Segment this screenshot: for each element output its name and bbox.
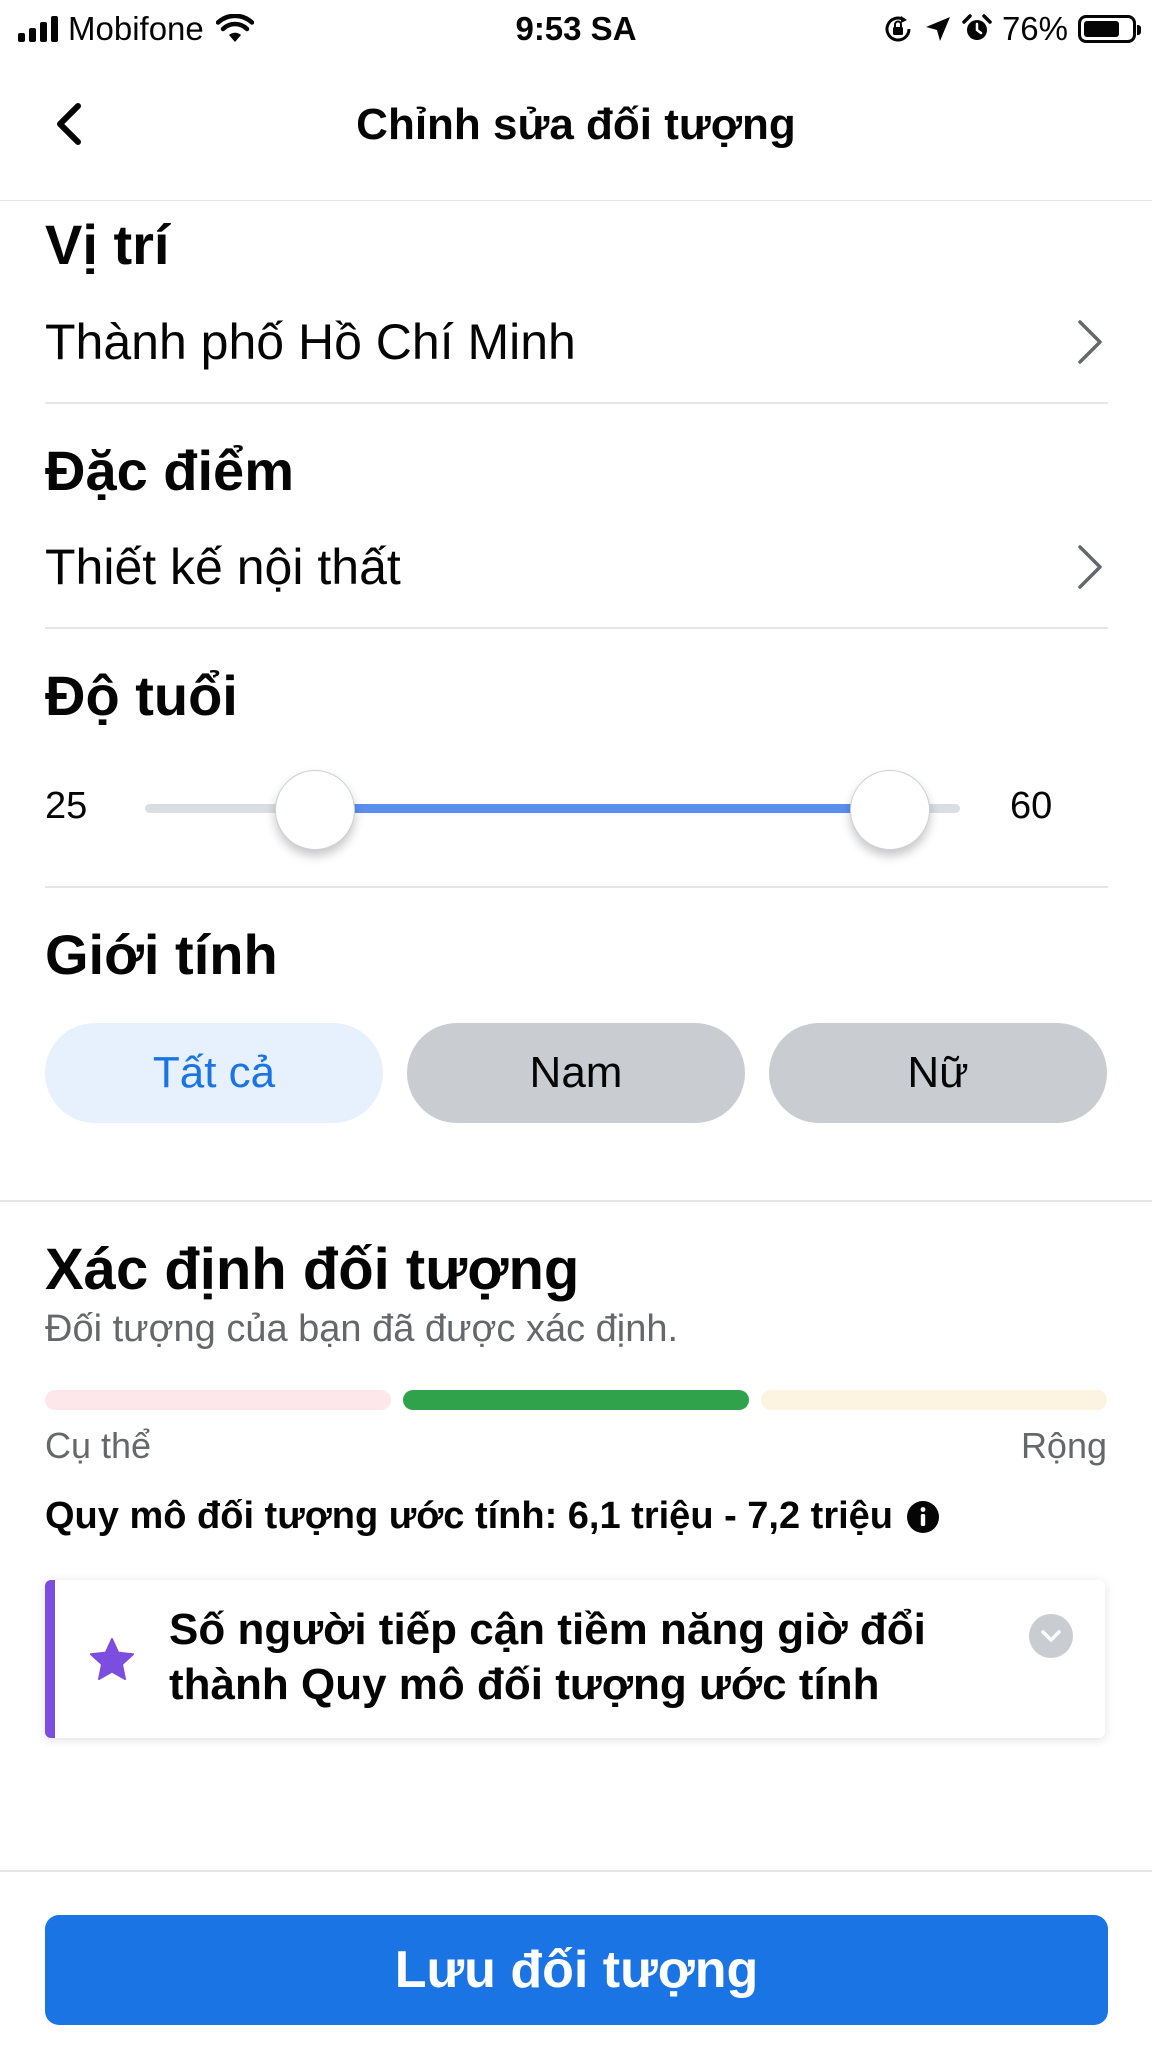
- definition-title: Xác định đối tượng: [45, 1237, 580, 1302]
- notice-text: Số người tiếp cận tiềm năng giờ đổi thàn…: [169, 1605, 926, 1709]
- divider: [45, 627, 1108, 629]
- notice-accent-bar: [45, 1580, 55, 1738]
- save-audience-button[interactable]: Lưu đối tượng: [45, 1915, 1108, 2025]
- nav-header: Chỉnh sửa đối tượng: [0, 58, 1152, 201]
- scale-specific-label: Cụ thể: [45, 1425, 152, 1466]
- gender-title: Giới tính: [45, 923, 278, 986]
- alarm-icon: [962, 14, 992, 40]
- orientation-lock-icon: [885, 16, 911, 42]
- gender-female-button[interactable]: Nữ: [769, 1023, 1107, 1123]
- chevron-down-icon[interactable]: [1029, 1614, 1073, 1658]
- footer-divider: [0, 1870, 1152, 1872]
- status-right: 76%: [882, 10, 1141, 48]
- location-arrow-icon: [925, 17, 950, 41]
- definition-subtitle: Đối tượng của bạn đã được xác định.: [45, 1308, 679, 1350]
- star-icon: [90, 1638, 134, 1680]
- status-bar: Mobifone 9:53 SA 76%: [0, 0, 1152, 58]
- audience-estimate: Quy mô đối tượng ước tính: 6,1 triệu - 7…: [45, 1495, 941, 1538]
- audience-meter-segment-specific: [45, 1390, 391, 1410]
- age-title: Độ tuổi: [45, 664, 238, 727]
- traits-value: Thiết kế nội thất: [45, 539, 401, 595]
- location-value: Thành phố Hồ Chí Minh: [45, 314, 576, 370]
- scale-broad-label: Rộng: [1020, 1425, 1107, 1466]
- location-row[interactable]: Thành phố Hồ Chí Minh: [45, 297, 1108, 387]
- age-max-label: 60: [1010, 785, 1053, 827]
- traits-row[interactable]: Thiết kế nội thất: [45, 522, 1108, 612]
- audience-meter-segment-broad: [761, 1390, 1107, 1410]
- battery-percent: 76%: [1001, 10, 1068, 47]
- age-min-label: 25: [45, 785, 88, 827]
- chevron-right-icon: [1078, 545, 1102, 589]
- gender-male-button[interactable]: Nam: [407, 1023, 745, 1123]
- chevron-right-icon: [1078, 320, 1102, 364]
- traits-title: Đặc điểm: [45, 439, 294, 502]
- info-icon[interactable]: [905, 1499, 941, 1535]
- battery-icon: [1078, 15, 1141, 43]
- gender-all-button[interactable]: Tất cả: [45, 1023, 383, 1123]
- section-divider: [0, 1200, 1152, 1202]
- divider: [45, 886, 1108, 888]
- age-slider-range: [312, 804, 888, 813]
- location-title: Vị trí: [45, 213, 170, 276]
- divider: [45, 402, 1108, 404]
- audience-meter-segment-defined: [403, 1390, 749, 1410]
- age-min-handle[interactable]: [275, 770, 355, 850]
- age-max-handle[interactable]: [850, 770, 930, 850]
- info-notice-card[interactable]: Số người tiếp cận tiềm năng giờ đổi thàn…: [45, 1580, 1105, 1738]
- estimate-text: Quy mô đối tượng ước tính: 6,1 triệu - 7…: [45, 1495, 894, 1537]
- page-title: Chỉnh sửa đối tượng: [356, 100, 796, 149]
